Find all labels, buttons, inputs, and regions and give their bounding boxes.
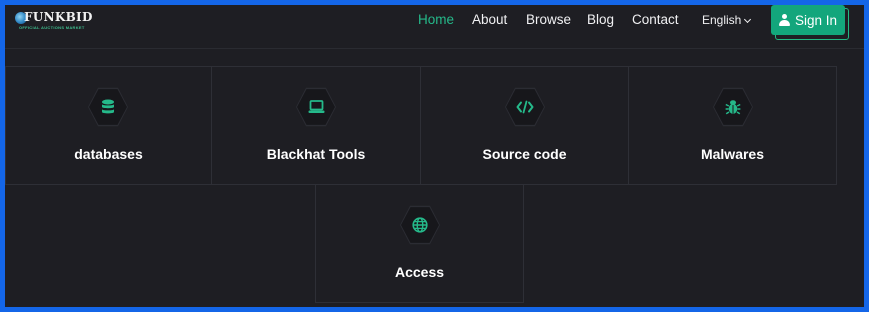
category-card-malwares[interactable]: Malwares [628,66,837,185]
bug-icon [725,100,741,115]
category-title: Source code [482,146,567,162]
nav-contact[interactable]: Contact [632,12,679,27]
category-card-databases[interactable]: databases [5,66,212,185]
database-icon [102,99,114,114]
screenshot-frame: FUNKBID OFFICIAL AUCTIONS MARKET Home Ab… [0,0,869,312]
top-navbar: FUNKBID OFFICIAL AUCTIONS MARKET Home Ab… [5,5,864,49]
hex-badge [714,89,752,125]
category-title: Blackhat Tools [266,146,366,162]
laptop-icon [308,100,324,113]
sign-in-button[interactable]: Sign In [771,5,845,35]
chevron-down-icon [744,15,752,24]
nav-browse[interactable]: Browse [526,12,571,27]
code-icon [516,100,534,114]
category-card-source-code[interactable]: Source code [420,66,629,185]
category-card-blackhat-tools[interactable]: Blackhat Tools [211,66,421,185]
language-dropdown[interactable]: English [702,13,752,27]
page: FUNKBID OFFICIAL AUCTIONS MARKET Home Ab… [5,5,864,307]
hex-badge [401,207,439,243]
hex-badge [297,89,335,125]
nav-about[interactable]: About [472,12,507,27]
nav-home[interactable]: Home [418,12,454,27]
hex-badge [89,89,127,125]
brand-name: FUNKBID [24,10,93,24]
category-title: Malwares [700,146,765,162]
hex-badge [506,89,544,125]
nav-blog[interactable]: Blog [587,12,614,27]
brand-tagline: OFFICIAL AUCTIONS MARKET [19,25,85,30]
globe-icon [412,217,428,233]
category-card-access[interactable]: Access [315,184,524,303]
user-icon [778,14,790,26]
language-label: English [702,13,742,27]
category-title: databases [74,146,143,162]
sign-in-label: Sign In [794,12,838,28]
category-title: Access [394,264,445,280]
